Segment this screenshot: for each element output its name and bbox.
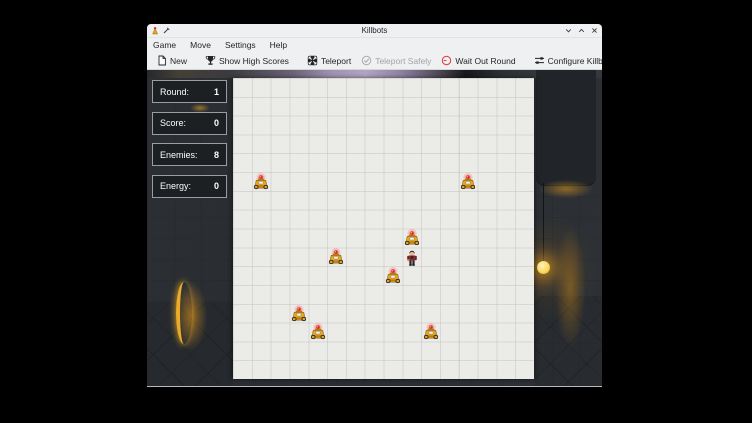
titlebar[interactable]: Killbots <box>147 24 602 38</box>
trophy-icon <box>205 55 216 66</box>
menubar: Game Move Settings Help <box>147 38 602 52</box>
menu-game[interactable]: Game <box>153 40 176 50</box>
robot-sprite <box>251 173 271 198</box>
game-board[interactable] <box>233 78 534 379</box>
teleport-safely-button: Teleport Safely <box>356 53 436 68</box>
enemies-value: 8 <box>214 150 219 160</box>
killbots-window: Killbots Game Move Settings Help <box>147 24 602 387</box>
lamp <box>537 261 550 274</box>
orange-light-streak <box>545 188 591 368</box>
show-high-scores-button[interactable]: Show High Scores <box>200 53 294 68</box>
spotlight-band <box>147 70 602 78</box>
game-view: Round: 1 Score: 0 Enemies: 8 Energy: 0 <box>147 70 602 386</box>
energy-box: Energy: 0 <box>152 175 227 198</box>
robot-sprite <box>289 305 309 330</box>
menu-move[interactable]: Move <box>190 40 211 50</box>
menu-settings[interactable]: Settings <box>225 40 256 50</box>
toolbar: New Show High Scores <box>147 52 602 70</box>
score-box: Score: 0 <box>152 112 227 135</box>
round-value: 1 <box>214 87 219 97</box>
score-label: Score: <box>160 118 186 128</box>
robot-sprite <box>402 229 422 254</box>
enemies-box: Enemies: 8 <box>152 143 227 166</box>
chevron-up-icon[interactable] <box>578 27 585 34</box>
status-panel: Round: 1 Score: 0 Enemies: 8 Energy: 0 <box>152 80 227 198</box>
energy-label: Energy: <box>160 181 191 191</box>
configure-killbots-button[interactable]: Configure Killbots... <box>529 53 602 68</box>
menu-help[interactable]: Help <box>270 40 287 50</box>
desktop-background: Killbots Game Move Settings Help <box>0 0 752 423</box>
hero-sprite <box>405 249 419 272</box>
robot-sprite <box>308 323 328 348</box>
teleport-button[interactable]: Teleport <box>302 53 356 68</box>
teleport-safely-icon <box>361 55 372 66</box>
robot-sprite <box>326 248 346 273</box>
hanging-panel <box>536 70 596 185</box>
close-icon[interactable] <box>591 27 598 34</box>
round-label: Round: <box>160 87 189 97</box>
chevron-down-icon[interactable] <box>565 27 572 34</box>
window-title: Killbots <box>147 26 602 35</box>
score-value: 0 <box>214 118 219 128</box>
wait-out-round-icon <box>441 55 452 66</box>
robot-sprite <box>458 173 478 198</box>
configure-icon <box>534 55 545 66</box>
energy-value: 0 <box>214 181 219 191</box>
left-lamp-arc <box>176 282 192 344</box>
teleport-icon <box>307 55 318 66</box>
new-document-icon <box>157 55 167 66</box>
robot-sprite <box>383 267 403 292</box>
wait-out-round-button[interactable]: Wait Out Round <box>436 53 520 68</box>
new-button[interactable]: New <box>152 53 192 68</box>
lamp-wire <box>543 183 544 263</box>
round-box: Round: 1 <box>152 80 227 103</box>
enemies-label: Enemies: <box>160 150 198 160</box>
robot-sprite <box>421 323 441 348</box>
